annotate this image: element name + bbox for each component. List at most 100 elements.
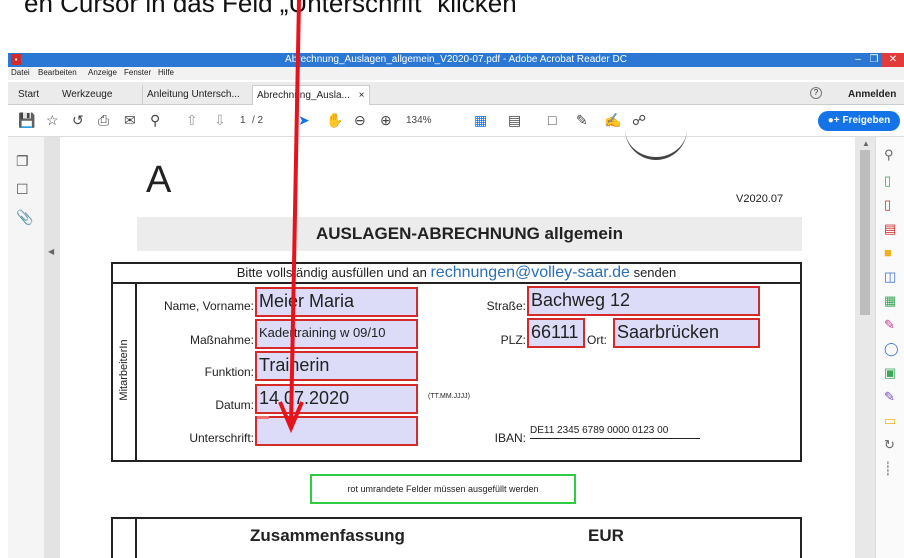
instruction-caption: en Cursor in das Feld „Unterschrift“ kli… [24, 0, 517, 18]
zip-field[interactable]: 66111 [527, 318, 585, 348]
left-collapse-strip[interactable]: ◀ [44, 137, 60, 558]
window-title: Abrechnung_Auslagen_allgemein_V2020-07.p… [285, 54, 627, 65]
organize-pages-icon[interactable]: ▤ [884, 221, 896, 237]
signature-field[interactable] [255, 416, 418, 446]
email-link[interactable]: rechnungen@volley-saar.de [430, 264, 629, 281]
attachment-icon[interactable]: 📎 [16, 209, 33, 226]
street-label: Straße: [486, 299, 526, 313]
logo-circle-fragment [625, 117, 687, 160]
document-heading: AUSLAGEN-ABRECHNUNG allgemein [137, 217, 802, 251]
panel-toggle-icon[interactable]: ┊ [884, 461, 892, 477]
city-label: Ort: [587, 333, 607, 347]
minimize-icon[interactable]: – [850, 53, 866, 67]
tab-document-1[interactable]: Anleitung Untersch... [142, 85, 249, 104]
zip-label: PLZ: [500, 333, 526, 347]
tab-close-icon[interactable]: × [359, 90, 365, 101]
summary-side-column [111, 517, 137, 558]
page-up-icon[interactable]: ⇧ [186, 112, 198, 129]
city-field[interactable]: Saarbrücken [613, 318, 760, 348]
edit-pdf-icon[interactable]: ▦ [884, 293, 896, 309]
stamp-icon[interactable]: ▭ [884, 413, 896, 429]
side-label: MitarbeiterIn [118, 339, 130, 401]
sign-icon[interactable]: ✍ [604, 112, 621, 129]
date-field[interactable]: 14.07.2020 [255, 384, 418, 414]
zoom-out-icon[interactable]: ⊖ [354, 112, 366, 129]
export-pdf-icon[interactable]: ▯ [884, 173, 891, 189]
select-cursor-icon[interactable]: ➤ [298, 112, 310, 129]
signin-button[interactable]: Anmelden [844, 85, 900, 104]
highlight-pen-icon[interactable]: ✎ [576, 112, 588, 129]
menu-fenster[interactable]: Fenster [124, 68, 151, 77]
iban-field[interactable]: DE11 2345 6789 0000 0123 00 [530, 425, 700, 439]
measure-label: Maßnahme: [189, 333, 254, 347]
signature-field-marker [257, 416, 269, 419]
measure-field[interactable]: Kadertraining w 09/10 [255, 319, 418, 349]
share-upload-icon[interactable]: ↺ [72, 112, 84, 129]
hand-tool-icon[interactable]: ✋ [326, 112, 343, 129]
zoom-in-icon[interactable]: ⊕ [380, 112, 392, 129]
function-field[interactable]: Trainerin [255, 351, 418, 381]
document-version: V2020.07 [736, 193, 784, 205]
help-icon[interactable]: ? [810, 87, 822, 99]
document-letter: A [146, 159, 172, 201]
protect-icon[interactable]: ◯ [884, 341, 899, 357]
create-pdf-icon[interactable]: ▯ [884, 197, 891, 213]
bookmark-icon[interactable]: ☐ [16, 181, 29, 198]
fill-and-sign-icon[interactable]: ✎ [884, 317, 895, 333]
page-total: / 2 [252, 115, 264, 126]
comment-tool-icon[interactable]: ■ [884, 245, 892, 260]
instruction-row: Bitte vollständig ausfüllen und an rechn… [111, 262, 802, 284]
window-titlebar: ▪ Abrechnung_Auslagen_allgemein_V2020-07… [8, 53, 904, 67]
tab-bar: Start Werkzeuge Anleitung Untersch... Ab… [8, 82, 904, 105]
zoom-level-dropdown[interactable]: 134% [406, 115, 432, 126]
street-field[interactable]: Bachweg 12 [527, 286, 760, 316]
required-fields-note: rot umrandete Felder müssen ausgefüllt w… [310, 474, 576, 504]
iban-label: IBAN: [494, 431, 526, 445]
collapse-left-icon[interactable]: ◀ [48, 247, 54, 256]
signature-label: Unterschrift: [189, 431, 254, 445]
scroll-mode-icon[interactable]: ▤ [508, 112, 521, 129]
menu-bearbeiten[interactable]: Bearbeiten [38, 68, 77, 77]
summary-currency: EUR [588, 526, 624, 545]
summary-title: Zusammenfassung [250, 526, 405, 545]
share-button-label: Freigeben [842, 115, 891, 126]
save-icon[interactable]: 💾 [18, 112, 35, 129]
tab-start[interactable]: Start [14, 85, 43, 104]
side-label-column: MitarbeiterIn [111, 284, 137, 462]
email-icon[interactable]: ✉ [124, 112, 136, 129]
main-toolbar: 💾 ☆ ↺ ⎙ ✉ ⚲ ⇧ ⇩ 1 / 2 ➤ ✋ ⊖ ⊕ 134% ▦ ▤ □… [8, 106, 904, 137]
document-page: A V2020.07 AUSLAGEN-ABRECHNUNG allgemein… [60, 137, 855, 558]
tab-document-2[interactable]: Abrechnung_Ausla... × [252, 85, 370, 105]
share-person-icon: ●+ [827, 115, 843, 126]
close-window-icon[interactable]: ✕ [882, 53, 904, 67]
comment-icon[interactable]: □ [548, 112, 556, 128]
scroll-up-icon[interactable]: ▲ [862, 139, 870, 148]
menu-datei[interactable]: Datei [11, 68, 30, 77]
function-label: Funktion: [204, 365, 254, 379]
page-number-input[interactable]: 1 [240, 115, 246, 126]
tab-tools[interactable]: Werkzeuge [58, 85, 116, 104]
menu-anzeige[interactable]: Anzeige [88, 68, 117, 77]
send-for-signature-icon[interactable]: ✎ [884, 389, 895, 405]
menu-hilfe[interactable]: Hilfe [158, 68, 174, 77]
date-format-hint: (TT.MM.JJJJ) [428, 393, 470, 400]
page-down-icon[interactable]: ⇩ [214, 112, 226, 129]
restore-icon[interactable]: ❐ [866, 53, 882, 67]
summary-box [111, 517, 802, 558]
bookmark-star-icon[interactable]: ☆ [46, 112, 59, 129]
scrollbar-thumb[interactable] [860, 150, 870, 315]
right-tools-panel: ⚲ ▯ ▯ ▤ ■ ◫ ▦ ✎ ◯ ▣ ✎ ▭ ↻ ┊ [875, 137, 904, 558]
zoom-search-icon[interactable]: ⚲ [150, 112, 160, 129]
search-tools-icon[interactable]: ⚲ [884, 147, 894, 163]
more-tools-icon[interactable]: ↻ [884, 437, 895, 453]
name-label: Name, Vorname: [163, 299, 254, 313]
menu-bar: Datei Bearbeiten Anzeige Fenster Hilfe [8, 67, 904, 80]
fit-page-icon[interactable]: ▦ [474, 112, 487, 129]
combine-files-icon[interactable]: ◫ [884, 269, 896, 285]
compress-icon[interactable]: ▣ [884, 365, 896, 381]
pages-thumbnail-icon[interactable]: ❐ [16, 153, 29, 170]
share-button[interactable]: ●+ Freigeben [818, 111, 900, 131]
name-field[interactable]: Meier Maria [255, 287, 418, 317]
print-icon[interactable]: ⎙ [98, 112, 109, 129]
instruction-prefix: Bitte vollständig ausfüllen und an [236, 265, 427, 280]
